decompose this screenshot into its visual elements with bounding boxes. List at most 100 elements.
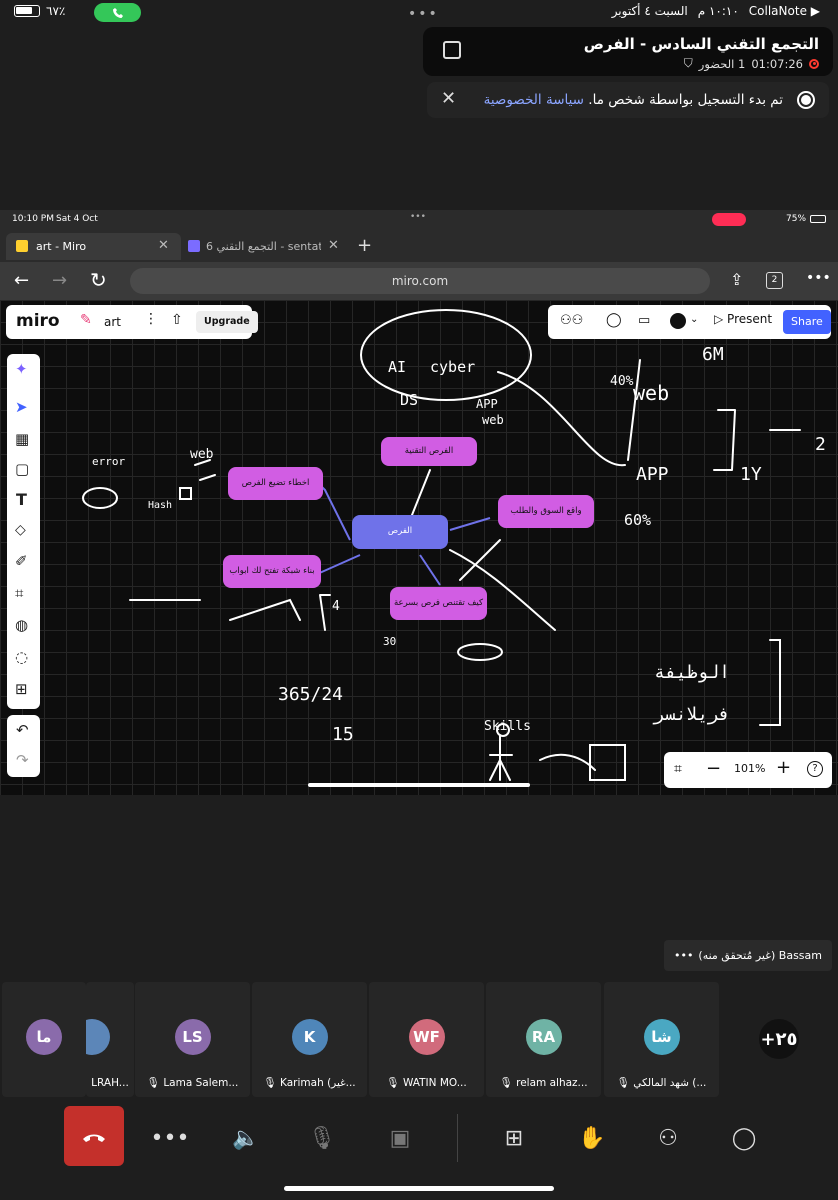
fit-frame-icon[interactable]: ⌗ [674, 761, 682, 777]
miro-toolbar: ✦ ➤ ▦ ▢ T ◇ ✐ ⌗ ◍ ◌ ⊞ [7, 354, 40, 709]
camera-button[interactable]: ▣ [370, 1110, 430, 1166]
meeting-title: التجمع التقني السادس - الفرص [583, 35, 819, 53]
zoom-level[interactable]: 101% [734, 762, 765, 775]
label-app: APP [476, 397, 498, 411]
miro-logo[interactable]: miro [16, 311, 60, 331]
miro-favicon-icon [16, 240, 28, 252]
help-icon[interactable]: ? [807, 761, 823, 777]
zoom-out-button[interactable]: − [706, 758, 721, 779]
camera-off-icon: ▣ [389, 1125, 411, 1151]
recording-text: تم بدء التسجيل بواسطة شخص ما. [588, 92, 783, 108]
node-hunt[interactable]: كيف تقتنص فرص بسرعة [390, 587, 487, 620]
chevron-down-icon[interactable]: ⌄ [690, 314, 698, 325]
sticky-note-icon[interactable]: ▢ [15, 460, 29, 478]
more-icon[interactable]: ••• [806, 270, 831, 286]
multitask-dots-icon[interactable]: ••• [408, 6, 439, 22]
undo-icon[interactable]: ↶ [16, 721, 29, 739]
select-cursor-icon[interactable]: ➤ [15, 398, 28, 416]
pencil-icon: ✎ [80, 312, 92, 328]
hang-up-icon [83, 1134, 105, 1142]
avatar: ما [26, 1019, 62, 1055]
participant-tile[interactable]: LS 🎙 Lama Salem... [135, 982, 250, 1097]
node-market[interactable]: واقع السوق والطلب [498, 495, 594, 528]
shapes-icon[interactable]: ◇ [15, 522, 26, 538]
add-more-icon[interactable]: ⊞ [15, 680, 28, 698]
close-tab-icon[interactable]: ✕ [158, 238, 169, 253]
apps-button[interactable]: ⊞ [484, 1110, 544, 1166]
dots-icon: ••• [410, 212, 426, 222]
node-network[interactable]: بناء شبكة تفتح لك ابواب [223, 555, 321, 588]
reactions-icon[interactable]: ⚇⚇ [560, 313, 583, 328]
avatar [86, 1019, 110, 1055]
battery-percent: ٦٧٪ [46, 4, 66, 18]
board-name[interactable]: art [104, 315, 121, 329]
phone-icon [112, 7, 123, 18]
export-icon[interactable]: ⇧ [171, 312, 183, 328]
new-tab-icon[interactable]: + [357, 235, 372, 256]
chat-icon[interactable]: ◯ [606, 312, 622, 328]
battery-icon [14, 5, 40, 17]
chat-button[interactable]: ◯ [714, 1110, 774, 1166]
participants-button[interactable]: ⚇ [638, 1110, 698, 1166]
pen-icon[interactable]: ✐ [15, 552, 28, 570]
forward-arrow-icon[interactable]: → [52, 270, 67, 291]
label-web: web [482, 413, 504, 427]
cloud-arrow [497, 371, 626, 467]
upgrade-button[interactable]: Upgrade [196, 311, 258, 333]
comment-icon[interactable]: ◌ [15, 648, 28, 666]
speaker-label[interactable]: Bassam (غير مُتحقق منه) ••• [664, 940, 832, 971]
privacy-policy-link[interactable]: سياسة الخصوصية [484, 92, 584, 108]
address-field[interactable]: miro.com [130, 268, 710, 294]
tab-count-icon[interactable]: 2 [766, 272, 783, 289]
palette-icon[interactable]: ◍ [15, 616, 28, 634]
ai-sparkle-icon[interactable]: ✦ [15, 360, 28, 378]
more-vertical-icon[interactable]: ⋮ [144, 311, 158, 327]
back-app-label[interactable]: ▶ CollaNote [749, 4, 820, 18]
participant-tile[interactable]: WF 🎙 WATIN MO... [369, 982, 484, 1097]
apps-icon: ⊞ [504, 1125, 524, 1151]
close-icon[interactable]: ✕ [441, 88, 456, 109]
leave-button[interactable] [64, 1106, 124, 1166]
participant-tile[interactable]: LRAH... [86, 982, 134, 1097]
raise-hand-button[interactable]: ✋ [562, 1110, 622, 1166]
templates-icon[interactable]: ▦ [15, 430, 29, 448]
label-365-24: 365/24 [278, 684, 343, 705]
miro-board-canvas[interactable]: AI cyber DS APP web 6M 40% web APP 60% 1… [0, 300, 838, 795]
video-icon[interactable]: ▭ [638, 313, 650, 328]
speaker-button[interactable]: 🔈 [216, 1110, 276, 1166]
double-arrow [459, 539, 501, 581]
avatar[interactable] [670, 313, 686, 329]
tab-miro[interactable]: art - Miro ✕ [6, 233, 181, 260]
stick-figure [489, 734, 513, 781]
share-button[interactable]: Share [783, 310, 831, 334]
back-arrow-icon[interactable]: ← [14, 270, 29, 291]
participant-tile[interactable]: K 🎙 Karimah (غير... [252, 982, 367, 1097]
open-external-icon[interactable] [443, 41, 461, 59]
reload-icon[interactable]: ↻ [90, 268, 107, 292]
mic-off-icon: 🎙 [499, 1077, 513, 1089]
miro-collab-panel: ⚇⚇ ◯ ▭ ⌄ ▷ Present Share [548, 305, 831, 339]
close-tab-icon[interactable]: ✕ [328, 238, 339, 253]
frame-icon[interactable]: ⌗ [15, 584, 23, 602]
zoom-in-button[interactable]: + [776, 757, 791, 778]
redo-icon[interactable]: ↷ [16, 751, 29, 769]
present-button[interactable]: ▷ Present [714, 312, 772, 326]
text-tool-icon[interactable]: T [16, 490, 27, 509]
meeting-notification[interactable]: التجمع التقني السادس - الفرص 01:07:26 1 … [423, 27, 833, 76]
more-participants-tile[interactable]: +٢٥ [722, 982, 836, 1097]
participant-tile[interactable]: RA 🎙 relam alhaz... [486, 982, 601, 1097]
node-mistakes[interactable]: اخطاء تضيع الفرص [228, 467, 323, 500]
mic-button[interactable]: 🎙 [292, 1110, 352, 1166]
node-tech[interactable]: الفرص التقنية [381, 437, 477, 466]
participant-tile[interactable]: شا 🎙 شهد المالكي (... [604, 982, 719, 1097]
share-sheet-icon[interactable]: ⇪ [730, 270, 743, 289]
participant-tile[interactable]: ما [2, 982, 86, 1097]
mic-off-icon: 🎙 [263, 1077, 277, 1089]
shared-screen: 10:10 PM Sat 4 Oct ••• 75% art - Miro ✕ … [0, 210, 838, 795]
more-options-button[interactable]: ••• [140, 1110, 200, 1166]
more-icon[interactable]: ••• [674, 949, 693, 962]
bracket [759, 639, 781, 726]
node-center[interactable]: الفرص [352, 515, 448, 549]
active-call-pill[interactable] [94, 3, 141, 22]
tab-presentation[interactable]: التجمع التقني 6 - sentati... ✕ [182, 233, 350, 260]
